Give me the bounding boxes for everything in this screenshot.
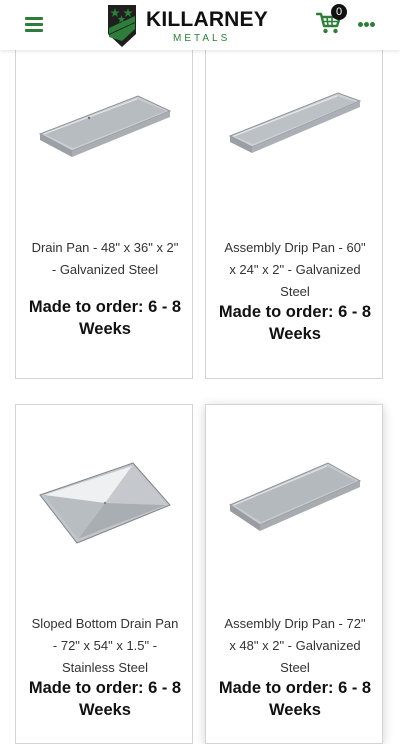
product-name[interactable]: Assembly Drip Pan - 72" x 48" x 2" - Gal… bbox=[220, 613, 370, 679]
brand-name: KILLARNEY bbox=[146, 8, 268, 31]
galvanized-drain-pan-image bbox=[38, 95, 172, 157]
more-dots-icon[interactable] bbox=[358, 22, 376, 28]
product-availability: Made to order: 6 - 8 Weeks bbox=[218, 303, 372, 343]
product-name[interactable]: Drain Pan - 48" x 36" x 2" - Galvanized … bbox=[30, 237, 180, 281]
cart-count-badge: 0 bbox=[331, 4, 347, 20]
hamburger-menu-icon[interactable] bbox=[25, 17, 43, 33]
product-availability: Made to order: 6 - 8 Weeks bbox=[218, 679, 372, 719]
product-card[interactable]: Assembly Drip Pan - 72" x 48" x 2" - Gal… bbox=[205, 404, 383, 744]
site-logo[interactable]: KILLARNEY METALS bbox=[106, 4, 268, 48]
galvanized-drip-pan-image bbox=[228, 462, 362, 531]
stainless-sloped-pan-image bbox=[39, 462, 171, 544]
site-header: KILLARNEY METALS 0 bbox=[0, 0, 400, 50]
product-card[interactable]: Sloped Bottom Drain Pan - 72" x 54" x 1.… bbox=[15, 404, 193, 744]
logo-shield-icon bbox=[108, 5, 136, 47]
product-card[interactable]: Drain Pan - 48" x 36" x 2" - Galvanized … bbox=[15, 40, 193, 379]
product-card[interactable]: Assembly Drip Pan - 60" x 24" x 2" - Gal… bbox=[205, 40, 383, 379]
product-name[interactable]: Assembly Drip Pan - 60" x 24" x 2" - Gal… bbox=[220, 237, 370, 303]
product-availability: Made to order: 6 - 8 Weeks bbox=[28, 298, 182, 338]
product-name[interactable]: Sloped Bottom Drain Pan - 72" x 54" x 1.… bbox=[30, 613, 180, 679]
brand-subtitle: METALS bbox=[173, 33, 231, 44]
galvanized-drip-pan-image bbox=[228, 92, 362, 153]
product-availability: Made to order: 6 - 8 Weeks bbox=[28, 679, 182, 719]
